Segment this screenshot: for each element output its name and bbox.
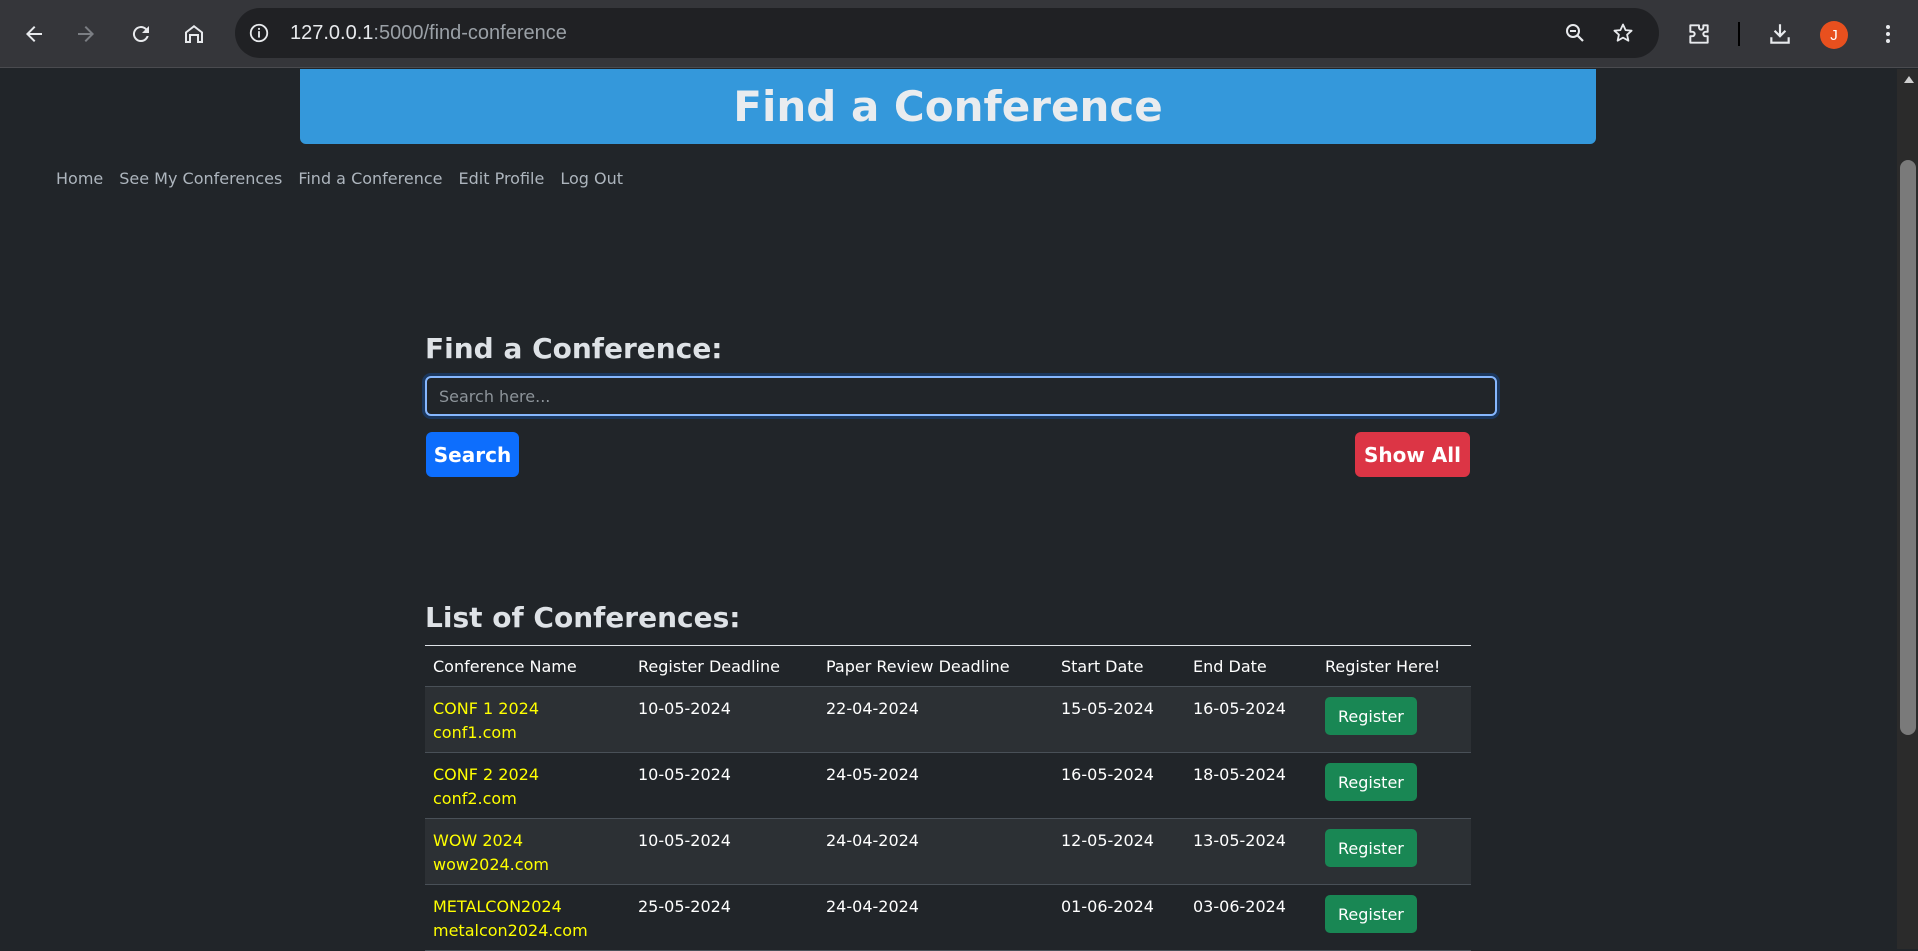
conference-site[interactable]: conf1.com [433,721,622,745]
register-button[interactable]: Register [1325,829,1417,867]
show-all-button[interactable]: Show All [1355,432,1470,477]
table-row: METALCON2024 metalcon2024.com 25-05-2024… [425,884,1471,951]
conference-name[interactable]: CONF 1 2024 [433,697,622,721]
table-row: CONF 1 2024 conf1.com 10-05-2024 22-04-2… [425,686,1471,753]
url-text[interactable]: 127.0.0.1:5000/find-conference [290,21,567,45]
nav-find-conference[interactable]: Find a Conference [298,169,442,188]
col-start-date: Start Date [1053,645,1185,687]
register-cell: Register [1317,752,1471,819]
list-heading: List of Conferences: [425,601,741,634]
url-host: 127.0.0.1 [290,22,374,44]
back-icon [26,26,42,42]
page-banner: Find a Conference [300,69,1596,144]
reload-icon [132,26,149,43]
conference-name[interactable]: CONF 2 2024 [433,763,622,787]
bookmark-star-icon[interactable] [1609,19,1637,47]
table-header-row: Conference Name Register Deadline Paper … [425,645,1471,687]
col-paper-review-deadline: Paper Review Deadline [818,645,1053,687]
register-cell: Register [1317,884,1471,951]
conference-name[interactable]: WOW 2024 [433,829,622,853]
col-conference-name: Conference Name [425,645,630,687]
main-nav: Home See My Conferences Find a Conferenc… [56,169,623,188]
url-path: :5000/find-conference [373,22,567,44]
col-register-deadline: Register Deadline [630,645,818,687]
browser-toolbar: 127.0.0.1:5000/find-conference J [0,0,1918,68]
table-row: CONF 2 2024 conf2.com 10-05-2024 24-05-2… [425,752,1471,819]
conference-name-cell: METALCON2024 metalcon2024.com [425,884,630,951]
home-button[interactable] [174,14,214,54]
site-info-icon[interactable] [247,21,271,45]
paper-review-deadline: 24-04-2024 [818,818,1053,885]
search-button[interactable]: Search [426,432,519,477]
conference-name-cell: CONF 2 2024 conf2.com [425,752,630,819]
address-bar[interactable]: 127.0.0.1:5000/find-conference [235,8,1659,58]
end-date: 03-06-2024 [1185,884,1317,951]
conference-name-cell: CONF 1 2024 conf1.com [425,686,630,753]
table-row: WOW 2024 wow2024.com 10-05-2024 24-04-20… [425,818,1471,885]
forward-button[interactable] [66,14,106,54]
scroll-up-arrow-icon[interactable] [1904,76,1914,83]
col-end-date: End Date [1185,645,1317,687]
conference-name-cell: WOW 2024 wow2024.com [425,818,630,885]
forward-icon [78,26,94,42]
menu-icon[interactable] [1868,14,1908,54]
end-date: 13-05-2024 [1185,818,1317,885]
register-deadline: 10-05-2024 [630,818,818,885]
start-date: 12-05-2024 [1053,818,1185,885]
back-button[interactable] [14,14,54,54]
start-date: 01-06-2024 [1053,884,1185,951]
nav-see-my-conferences[interactable]: See My Conferences [119,169,282,188]
register-deadline: 25-05-2024 [630,884,818,951]
conference-site[interactable]: conf2.com [433,787,622,811]
home-icon [185,25,203,43]
profile-avatar[interactable]: J [1820,21,1848,49]
conference-site[interactable]: wow2024.com [433,853,622,877]
zoom-icon[interactable] [1561,19,1589,47]
register-button[interactable]: Register [1325,697,1417,735]
nav-home[interactable]: Home [56,169,103,188]
paper-review-deadline: 24-05-2024 [818,752,1053,819]
nav-log-out[interactable]: Log Out [560,169,623,188]
download-icon[interactable] [1760,14,1800,54]
paper-review-deadline: 22-04-2024 [818,686,1053,753]
register-deadline: 10-05-2024 [630,686,818,753]
paper-review-deadline: 24-04-2024 [818,884,1053,951]
register-deadline: 10-05-2024 [630,752,818,819]
toolbar-divider [1738,22,1740,46]
nav-edit-profile[interactable]: Edit Profile [459,169,545,188]
start-date: 15-05-2024 [1053,686,1185,753]
conference-table: Conference Name Register Deadline Paper … [425,645,1471,951]
search-heading: Find a Conference: [425,332,723,365]
register-cell: Register [1317,686,1471,753]
register-button[interactable]: Register [1325,763,1417,801]
search-input[interactable] [425,376,1497,416]
extensions-icon[interactable] [1679,14,1719,54]
register-button[interactable]: Register [1325,895,1417,933]
end-date: 16-05-2024 [1185,686,1317,753]
reload-button[interactable] [121,14,161,54]
register-cell: Register [1317,818,1471,885]
end-date: 18-05-2024 [1185,752,1317,819]
col-register-here: Register Here! [1317,645,1471,687]
scrollbar-thumb[interactable] [1900,160,1916,735]
conference-name[interactable]: METALCON2024 [433,895,622,919]
start-date: 16-05-2024 [1053,752,1185,819]
conference-site[interactable]: metalcon2024.com [433,919,622,943]
